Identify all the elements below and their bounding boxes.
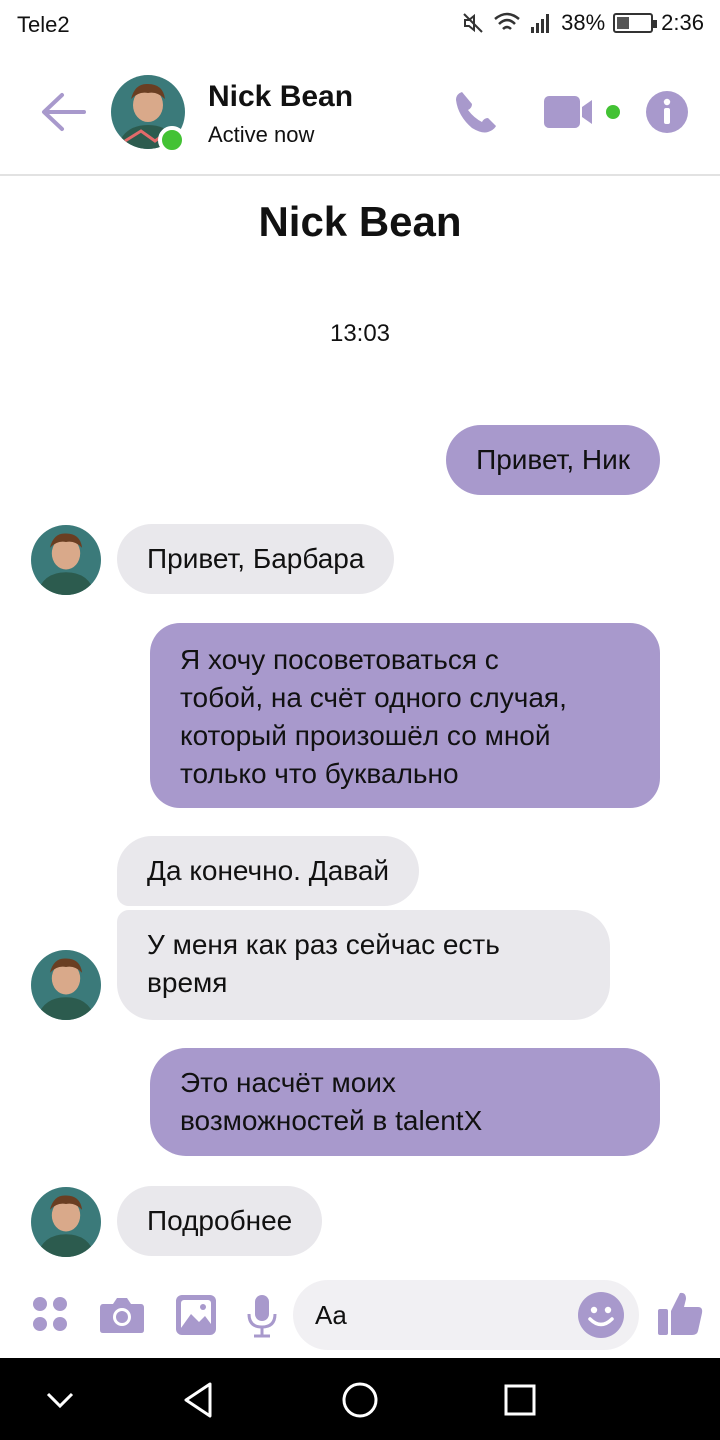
message-line: Да конечно. Давай <box>147 855 390 886</box>
avatar-photo <box>31 1187 101 1257</box>
back-arrow-icon[interactable] <box>38 90 88 134</box>
incoming-message[interactable]: У меня как раз сейчас есть время <box>117 910 610 1020</box>
incoming-message[interactable]: Да конечно. Давай <box>117 836 420 906</box>
online-indicator <box>158 126 186 154</box>
emoji-icon[interactable] <box>577 1291 625 1339</box>
contact-avatar-small[interactable] <box>31 525 101 595</box>
message-line: время <box>147 967 228 998</box>
status-bar: Tele2 38% 2:36 <box>0 0 720 50</box>
info-icon[interactable] <box>645 90 689 134</box>
mute-icon <box>463 13 483 33</box>
chat-title: Nick Bean <box>258 198 462 245</box>
message-line: Привет, Ник <box>476 444 630 475</box>
conversation-header: Nick Bean Active now <box>0 58 720 176</box>
recents-square-icon[interactable] <box>498 1378 542 1422</box>
thumbs-up-icon[interactable] <box>656 1289 704 1337</box>
phone-call-icon[interactable] <box>452 88 500 136</box>
message-line: тобой, на счёт одного случая, <box>180 682 567 713</box>
battery-icon <box>613 13 658 33</box>
back-triangle-icon[interactable] <box>178 1378 222 1422</box>
gallery-icon[interactable] <box>175 1294 217 1336</box>
message-input[interactable]: Aa <box>293 1280 639 1350</box>
battery-percent: 38% <box>561 10 606 35</box>
wifi-icon <box>494 12 520 30</box>
microphone-icon[interactable] <box>246 1294 278 1338</box>
message-line: Привет, Барбара <box>147 543 365 574</box>
apps-icon[interactable] <box>30 1294 70 1334</box>
contact-status: Active now <box>208 122 315 147</box>
message-input-placeholder: Aa <box>315 1300 347 1330</box>
collapse-chevron-icon[interactable] <box>38 1378 82 1422</box>
system-navigation-bar <box>0 1358 720 1440</box>
contact-avatar-small[interactable] <box>31 1187 101 1257</box>
message-line: Это насчёт моих <box>180 1067 396 1098</box>
contact-avatar-small[interactable] <box>31 950 101 1020</box>
message-timestamp: 13:03 <box>329 320 391 347</box>
message-line: который произошёл со мной <box>180 720 551 751</box>
message-line: У меня как раз сейчас есть <box>147 929 500 960</box>
carrier-label: Tele2 <box>17 12 70 37</box>
video-active-indicator <box>606 105 620 119</box>
outgoing-message[interactable]: Я хочу посоветоваться с тобой, на счёт о… <box>150 623 660 808</box>
message-line: Подробнее <box>147 1205 293 1236</box>
incoming-message[interactable]: Подробнее <box>117 1186 323 1256</box>
message-line: возможностей в talentX <box>180 1105 483 1136</box>
clock: 2:36 <box>661 10 704 35</box>
contact-name[interactable]: Nick Bean <box>208 80 353 114</box>
message-composer: Aa <box>0 1272 720 1358</box>
avatar-photo <box>31 950 101 1020</box>
video-call-icon[interactable] <box>544 94 600 130</box>
home-circle-icon[interactable] <box>338 1378 382 1422</box>
incoming-message[interactable]: Привет, Барбара <box>117 524 395 594</box>
message-line: только что буквально <box>180 758 459 789</box>
signal-icon <box>531 14 550 33</box>
status-icons: 38% 2:36 <box>461 10 704 36</box>
outgoing-message[interactable]: Привет, Ник <box>446 425 660 495</box>
outgoing-message[interactable]: Это насчёт моих возможностей в talentX <box>150 1048 660 1156</box>
avatar-photo <box>31 525 101 595</box>
camera-icon[interactable] <box>99 1294 145 1334</box>
message-line: Я хочу посоветоваться с <box>180 644 499 675</box>
